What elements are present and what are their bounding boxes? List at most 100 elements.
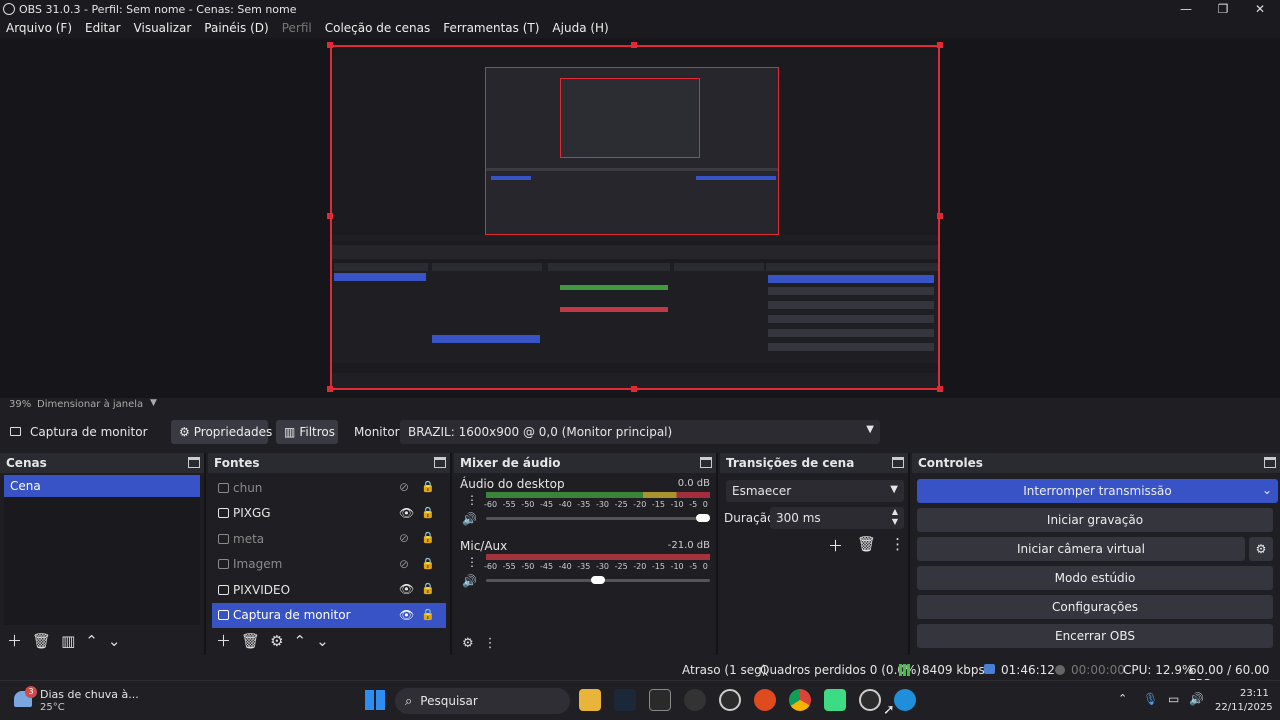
stepper-icon[interactable]: ▲ ▼ xyxy=(892,507,898,527)
menu-item[interactable]: Arquivo (F) xyxy=(6,21,72,35)
trash-icon[interactable]: 🗑 xyxy=(32,632,51,650)
start-icon[interactable] xyxy=(365,690,385,710)
chrome-icon[interactable] xyxy=(789,689,811,711)
undock-icon[interactable] xyxy=(1264,457,1276,468)
epic-games-icon[interactable] xyxy=(649,689,671,711)
scene-item[interactable]: Cena xyxy=(4,475,200,497)
duration-input[interactable]: 300 ms ▲ ▼ xyxy=(770,507,904,529)
menu-item[interactable]: Painéis (D) xyxy=(204,21,268,35)
add-icon[interactable]: ＋ xyxy=(7,630,22,651)
more-icon[interactable]: ⋮ xyxy=(466,555,478,569)
display-icon[interactable]: ▭ xyxy=(1168,692,1179,706)
chevron-down-icon[interactable]: ⌄ xyxy=(108,632,121,650)
maximize-button[interactable]: ❐ xyxy=(1205,0,1241,18)
source-item[interactable]: PIXGG 👁 🔒 xyxy=(212,501,446,527)
undock-icon[interactable] xyxy=(434,457,446,468)
resize-handle[interactable] xyxy=(631,386,637,392)
menu-item[interactable]: Coleção de cenas xyxy=(325,21,431,35)
chevron-up-icon[interactable]: ⌃ xyxy=(85,632,98,650)
steam-icon[interactable] xyxy=(614,689,636,711)
close-button[interactable]: ✕ xyxy=(1242,0,1278,18)
speaker-icon[interactable]: 🔊 xyxy=(462,574,477,588)
monitor-select[interactable]: BRAZIL: 1600x900 @ 0,0 (Monitor principa… xyxy=(400,420,880,444)
microphone-icon[interactable]: 🎙 xyxy=(1143,692,1158,706)
resize-handle[interactable] xyxy=(327,213,333,219)
gear-icon[interactable]: ⚙ xyxy=(270,632,283,650)
transition-select[interactable]: Esmaecer ▼ xyxy=(726,480,904,502)
file-explorer-icon[interactable] xyxy=(579,689,601,711)
eye-hidden-icon[interactable]: ⊘ xyxy=(399,557,409,571)
virtual-camera-settings-button[interactable]: ⚙ xyxy=(1249,537,1273,561)
exit-button[interactable]: Encerrar OBS xyxy=(917,624,1273,648)
trash-icon[interactable]: 🗑 xyxy=(241,632,260,650)
app-icon[interactable] xyxy=(754,689,776,711)
speaker-icon[interactable]: 🔊 xyxy=(462,512,477,526)
clock-date[interactable]: 22/11/2025 xyxy=(1215,702,1273,713)
obs-icon[interactable] xyxy=(719,689,741,711)
volume-slider[interactable] xyxy=(486,517,710,520)
start-virtual-camera-button[interactable]: Iniciar câmera virtual xyxy=(917,537,1245,561)
taskbar-search[interactable]: ⌕ Pesquisar xyxy=(395,688,570,714)
filter-icon[interactable]: ▥ xyxy=(61,632,75,650)
add-icon[interactable]: ＋ xyxy=(216,630,231,651)
resize-handle[interactable] xyxy=(631,42,637,48)
more-icon[interactable]: ⋮ xyxy=(890,535,905,556)
volume-knob[interactable] xyxy=(591,576,605,584)
more-icon[interactable]: ⋮ xyxy=(484,636,497,651)
undock-icon[interactable] xyxy=(188,457,200,468)
eye-icon[interactable]: 👁 xyxy=(399,608,414,622)
settings-button[interactable]: Configurações xyxy=(917,595,1273,619)
app-icon[interactable] xyxy=(684,689,706,711)
minimize-button[interactable]: — xyxy=(1168,0,1204,18)
chevron-up-icon[interactable]: ⌃ xyxy=(294,632,307,650)
menu-item[interactable]: Visualizar xyxy=(134,21,192,35)
trash-icon[interactable]: 🗑 xyxy=(857,535,876,556)
properties-button[interactable]: ⚙ Propriedades xyxy=(171,420,272,444)
menu-item[interactable]: Ferramentas (T) xyxy=(443,21,539,35)
menu-item[interactable]: Perfil xyxy=(282,21,312,35)
obs-icon[interactable] xyxy=(859,689,881,711)
filters-button[interactable]: ▥ Filtros xyxy=(276,420,338,444)
scale-mode-select[interactable]: Dimensionar à janela xyxy=(37,399,143,410)
clock-time[interactable]: 23:11 xyxy=(1240,688,1269,699)
chevron-down-icon[interactable]: ▼ xyxy=(150,398,157,408)
resize-handle[interactable] xyxy=(327,386,333,392)
more-icon[interactable]: ⋮ xyxy=(466,493,478,507)
source-item[interactable]: Captura de monitor 👁 🔒 xyxy=(212,602,446,628)
add-icon[interactable]: ＋ xyxy=(828,535,843,556)
lock-icon[interactable]: 🔒 xyxy=(421,582,435,595)
lock-icon[interactable]: 🔒 xyxy=(421,531,435,544)
lock-icon[interactable]: 🔒 xyxy=(421,608,435,621)
resize-handle[interactable] xyxy=(937,213,943,219)
eye-icon[interactable]: 👁 xyxy=(399,506,414,520)
resize-handle[interactable] xyxy=(937,386,943,392)
source-item[interactable]: meta ⊘ 🔒 xyxy=(212,526,446,552)
android-icon[interactable] xyxy=(824,689,846,711)
resize-handle[interactable] xyxy=(937,42,943,48)
eye-icon[interactable]: 👁 xyxy=(399,582,414,596)
start-recording-button[interactable]: Iniciar gravação xyxy=(917,508,1273,532)
resize-handle[interactable] xyxy=(327,42,333,48)
chevron-down-icon[interactable]: ⌄ xyxy=(1262,483,1272,497)
gear-icon[interactable]: ⚙ xyxy=(462,636,474,651)
eye-hidden-icon[interactable]: ⊘ xyxy=(399,480,409,494)
eye-hidden-icon[interactable]: ⊘ xyxy=(399,531,409,545)
undock-icon[interactable] xyxy=(892,457,904,468)
weather-text[interactable]: Dias de chuva à... xyxy=(40,688,139,701)
source-item[interactable]: PIXVIDEO 👁 🔒 xyxy=(212,577,446,603)
chevron-down-icon[interactable]: ⌄ xyxy=(316,632,329,650)
edge-icon[interactable] xyxy=(894,689,916,711)
menu-item[interactable]: Ajuda (H) xyxy=(552,21,608,35)
lock-icon[interactable]: 🔒 xyxy=(421,506,435,519)
studio-mode-button[interactable]: Modo estúdio xyxy=(917,566,1273,590)
volume-icon[interactable]: 🔊 xyxy=(1189,692,1204,706)
stop-streaming-button[interactable]: Interromper transmissão ⌄ xyxy=(917,479,1278,503)
chevron-up-icon[interactable]: ⌃ xyxy=(1118,692,1127,705)
menu-item[interactable]: Editar xyxy=(85,21,121,35)
lock-icon[interactable]: 🔒 xyxy=(421,480,435,493)
source-item[interactable]: Imagem ⊘ 🔒 xyxy=(212,552,446,578)
preview-canvas[interactable] xyxy=(330,45,940,390)
lock-icon[interactable]: 🔒 xyxy=(421,557,435,570)
source-item[interactable]: chun ⊘ 🔒 xyxy=(212,475,446,501)
undock-icon[interactable] xyxy=(700,457,712,468)
